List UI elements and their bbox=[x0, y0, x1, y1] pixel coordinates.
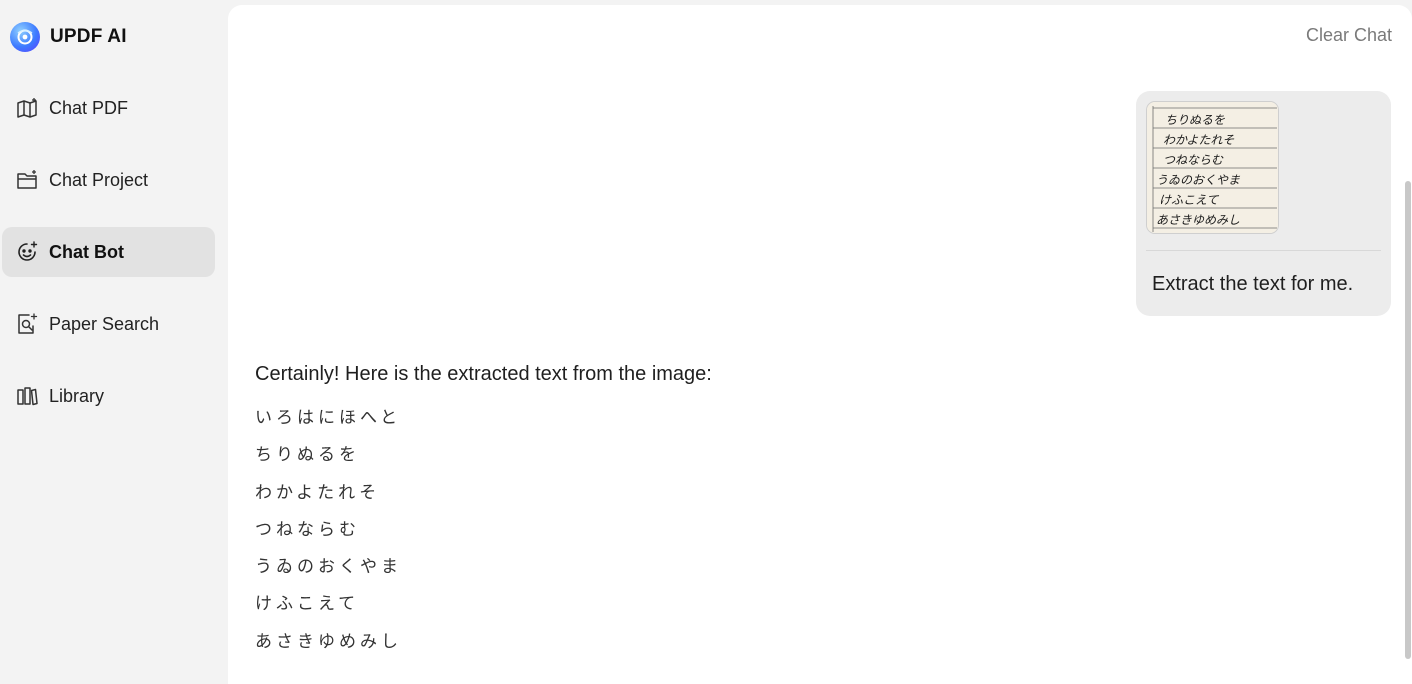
sidebar: UPDF AI Chat PDF Chat Project Chat Bot P… bbox=[0, 0, 228, 684]
sidebar-item-label: Chat Project bbox=[49, 169, 149, 190]
user-message-text: Extract the text for me. bbox=[1152, 273, 1354, 295]
app-window: UPDF AI Chat PDF Chat Project Chat Bot P… bbox=[0, 0, 1412, 684]
library-icon bbox=[15, 384, 39, 408]
thumb-line: けふこえて bbox=[1159, 193, 1219, 207]
extracted-line: ちりぬるを bbox=[255, 445, 360, 466]
brand-name: UPDF AI bbox=[50, 26, 127, 47]
attached-image-thumbnail[interactable]: ちりぬるを わかよたれそ つねならむ うゐのおくやま けふこえて あさきゆめみし bbox=[1146, 101, 1279, 234]
sidebar-item-chat-pdf[interactable]: Chat PDF bbox=[2, 83, 215, 133]
extracted-line: いろはにほへと bbox=[255, 408, 402, 428]
sidebar-item-label: Chat PDF bbox=[49, 97, 129, 118]
sidebar-item-chat-project[interactable]: Chat Project bbox=[2, 155, 215, 205]
sidebar-item-chat-bot[interactable]: Chat Bot bbox=[2, 227, 215, 277]
thumb-line: あさきゆめみし bbox=[1156, 213, 1240, 227]
sidebar-item-label: Library bbox=[49, 385, 105, 406]
brand[interactable]: UPDF AI bbox=[10, 22, 127, 52]
thumb-line: うゐのおくやま bbox=[1156, 173, 1241, 187]
sidebar-item-library[interactable]: Library bbox=[2, 371, 215, 421]
chat-project-icon bbox=[15, 168, 39, 192]
thumb-line: つねならむ bbox=[1163, 153, 1224, 167]
extracted-text-lines: いろはにほへと ちりぬるを わかよたれそ つねならむ うゐのおくやま けふこえて… bbox=[255, 400, 712, 661]
extracted-line: あさきゆめみし bbox=[255, 631, 402, 652]
assistant-intro-text: Certainly! Here is the extracted text fr… bbox=[255, 363, 712, 385]
chat-scrollbar-thumb[interactable] bbox=[1405, 181, 1411, 659]
updf-ai-logo-icon bbox=[10, 22, 40, 52]
extracted-line: わかよたれそ bbox=[255, 482, 381, 503]
paper-search-icon bbox=[15, 312, 39, 336]
clear-chat-button[interactable]: Clear Chat bbox=[1306, 25, 1392, 46]
chat-scrollbar[interactable] bbox=[1404, 91, 1412, 659]
chat-panel: Clear Chat ちりぬるを わかよたれそ つねならむ うゐのおくやま けふ… bbox=[228, 5, 1412, 684]
sidebar-item-paper-search[interactable]: Paper Search bbox=[2, 299, 215, 349]
assistant-message: Certainly! Here is the extracted text fr… bbox=[255, 363, 712, 661]
sidebar-item-label: Chat Bot bbox=[49, 241, 124, 262]
chat-pdf-icon bbox=[15, 96, 39, 120]
sidebar-item-label: Paper Search bbox=[49, 313, 160, 334]
bubble-divider bbox=[1146, 250, 1381, 251]
thumb-line: ちりぬるを bbox=[1165, 113, 1225, 127]
user-message-bubble: ちりぬるを わかよたれそ つねならむ うゐのおくやま けふこえて あさきゆめみし… bbox=[1136, 91, 1391, 316]
extracted-line: うゐのおくやま bbox=[255, 557, 402, 578]
extracted-line: つねならむ bbox=[255, 519, 360, 540]
chat-bot-icon bbox=[15, 240, 39, 264]
extracted-line: けふこえて bbox=[255, 594, 360, 615]
thumb-line: わかよたれそ bbox=[1163, 133, 1234, 147]
